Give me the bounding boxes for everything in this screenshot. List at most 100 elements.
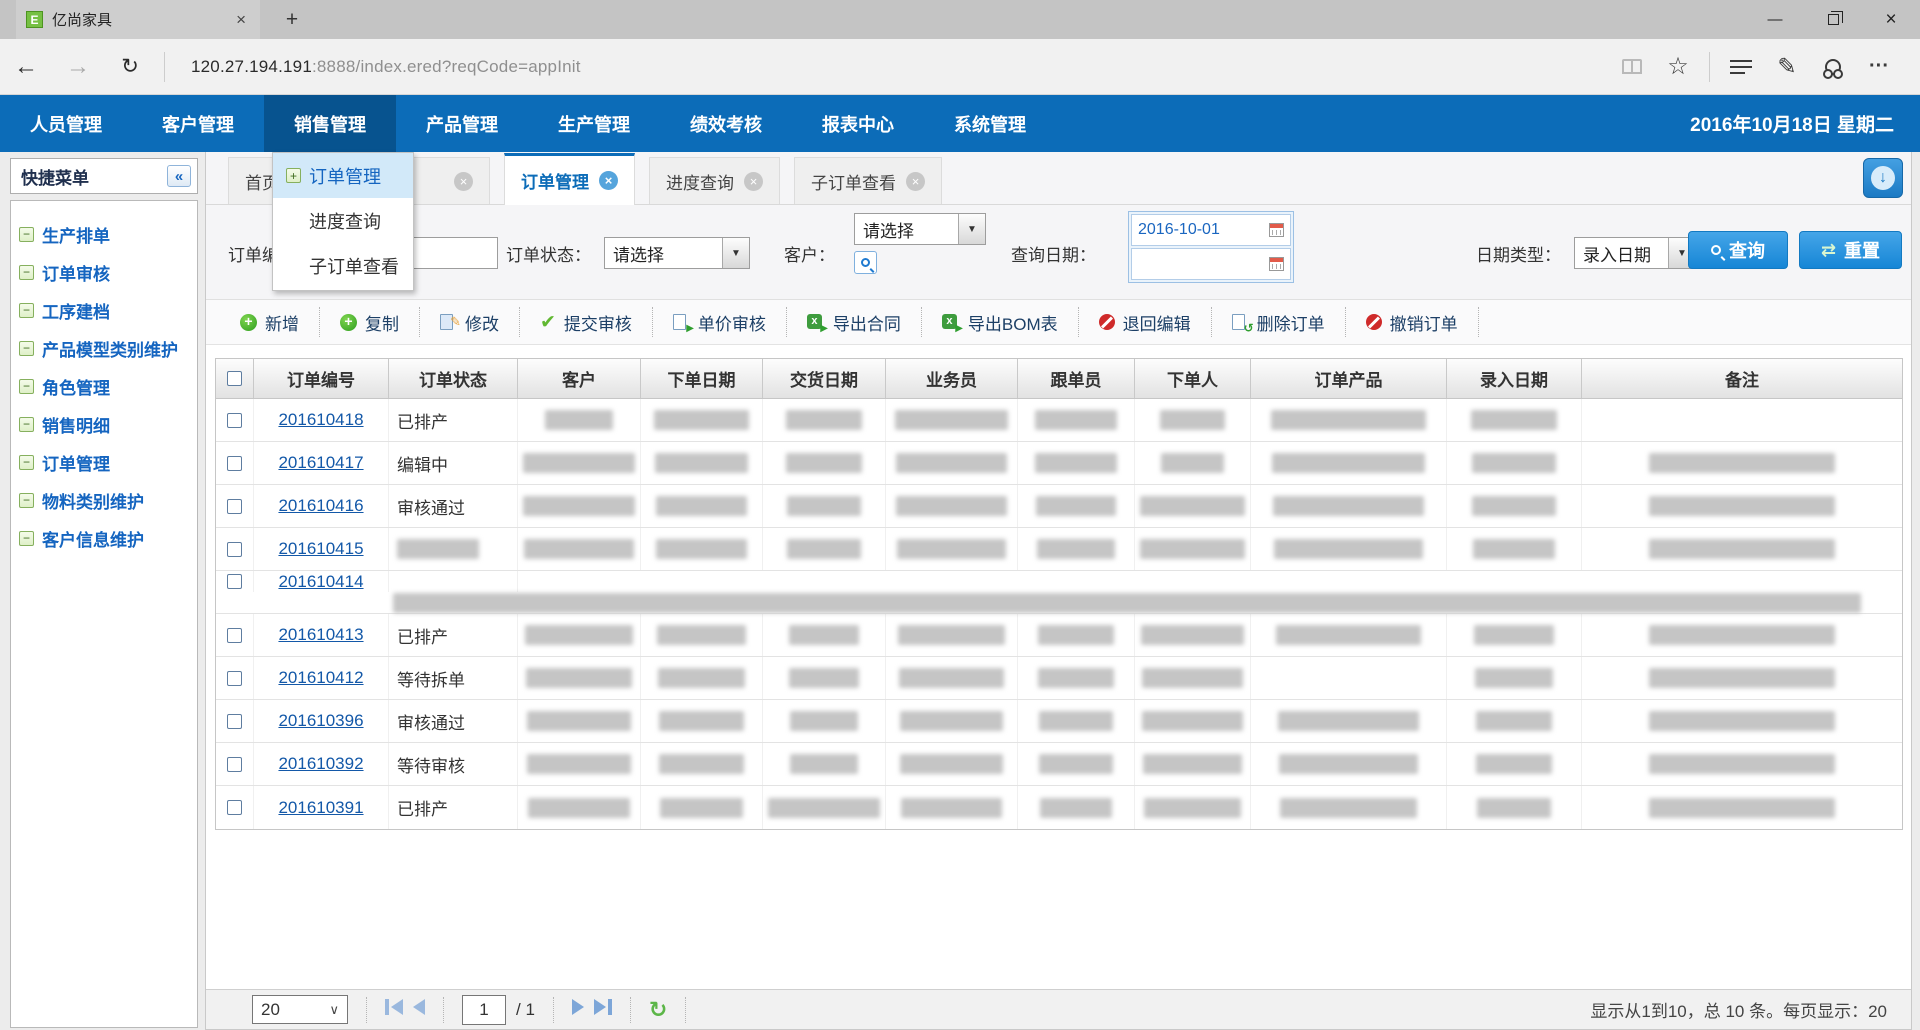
column-header-订单产品: 订单产品 xyxy=(1251,359,1447,398)
tab-订单管理[interactable]: 订单管理× xyxy=(504,153,635,205)
top-nav-item-报表中心[interactable]: 报表中心 xyxy=(792,95,924,152)
tab-close-icon[interactable]: × xyxy=(232,10,250,30)
next-page-button[interactable] xyxy=(572,999,584,1020)
menu-item-进度查询[interactable]: 进度查询 xyxy=(273,198,413,243)
page-number-input[interactable]: 1 xyxy=(462,995,506,1025)
tab-子订单查看[interactable]: 子订单查看× xyxy=(794,157,942,204)
page-size-select[interactable]: 20 ∨ xyxy=(252,995,348,1024)
order-no-link[interactable]: 201610416 xyxy=(278,496,363,516)
sidebar-item-物料类别维护[interactable]: −物料类别维护 xyxy=(19,481,197,519)
chevron-down-icon[interactable]: ▼ xyxy=(958,214,985,244)
order-no-link[interactable]: 201610412 xyxy=(278,668,363,688)
row-checkbox[interactable] xyxy=(227,499,242,514)
refresh-list-icon[interactable]: ↻ xyxy=(649,997,667,1023)
row-checkbox[interactable] xyxy=(227,757,242,772)
entry-date-cell xyxy=(1447,485,1582,527)
order-no-link[interactable]: 201610413 xyxy=(278,625,363,645)
top-nav-item-人员管理[interactable]: 人员管理 xyxy=(0,95,132,152)
date-to-input[interactable] xyxy=(1131,248,1291,280)
order-no-link[interactable]: 201610392 xyxy=(278,754,363,774)
sidebar-collapse-button[interactable]: « xyxy=(167,165,191,187)
reset-button[interactable]: ⇄ 重置 xyxy=(1799,231,1902,269)
last-page-button[interactable] xyxy=(594,999,612,1020)
row-checkbox[interactable] xyxy=(227,542,242,557)
salesperson-cell xyxy=(886,442,1018,484)
select-all-checkbox[interactable] xyxy=(227,371,242,386)
top-nav-item-生产管理[interactable]: 生产管理 xyxy=(528,95,660,152)
sidebar-item-产品模型类别维护[interactable]: −产品模型类别维护 xyxy=(19,329,197,367)
web-note-icon[interactable]: ✎ xyxy=(1764,53,1810,80)
top-nav-item-产品管理[interactable]: 产品管理 xyxy=(396,95,528,152)
row-checkbox[interactable] xyxy=(227,671,242,686)
first-page-button[interactable] xyxy=(385,999,403,1020)
menu-item-订单管理[interactable]: +订单管理 xyxy=(273,153,413,198)
restore-button[interactable] xyxy=(1804,0,1862,39)
calendar-icon[interactable] xyxy=(1269,223,1284,237)
chevron-down-icon[interactable]: ▼ xyxy=(722,238,749,268)
calendar-icon[interactable] xyxy=(1269,257,1284,271)
scroll-tabs-button[interactable]: ↓ xyxy=(1863,158,1903,198)
toolbar-button-导出合同[interactable]: x▶导出合同 xyxy=(787,307,922,337)
row-checkbox[interactable] xyxy=(227,413,242,428)
toolbar-button-新增[interactable]: +新增 xyxy=(220,307,320,337)
order-no-link[interactable]: 201610415 xyxy=(278,539,363,559)
toolbar-button-撤销订单[interactable]: 撤销订单 xyxy=(1346,307,1479,337)
order-no-link[interactable]: 201610391 xyxy=(278,798,363,818)
row-checkbox[interactable] xyxy=(227,628,242,643)
order-status-select[interactable]: 请选择 ▼ xyxy=(604,237,750,269)
tab-close-icon[interactable]: × xyxy=(744,172,763,191)
product-cell xyxy=(1251,528,1447,570)
refresh-button[interactable]: ↻ xyxy=(104,54,156,79)
sidebar-item-订单审核[interactable]: −订单审核 xyxy=(19,253,197,291)
address-bar[interactable]: 120.27.194.191:8888/index.ered?reqCode=a… xyxy=(191,57,581,77)
prev-page-button[interactable] xyxy=(413,999,425,1020)
arrow-down-icon: ↓ xyxy=(1871,166,1895,190)
top-nav-item-系统管理[interactable]: 系统管理 xyxy=(924,95,1056,152)
top-nav-item-客户管理[interactable]: 客户管理 xyxy=(132,95,264,152)
close-button[interactable]: × xyxy=(1862,0,1920,39)
customer-search-button[interactable] xyxy=(854,251,877,274)
sidebar-item-销售明细[interactable]: −销售明细 xyxy=(19,405,197,443)
tab-close-icon[interactable]: × xyxy=(906,172,925,191)
date-from-input[interactable]: 2016-10-01 xyxy=(1131,214,1291,246)
toolbar-button-删除订单[interactable]: ↺删除订单 xyxy=(1212,307,1346,337)
toolbar-button-复制[interactable]: +复制 xyxy=(320,307,420,337)
top-nav-item-销售管理[interactable]: 销售管理 xyxy=(264,95,396,152)
row-checkbox[interactable] xyxy=(227,714,242,729)
tree-node-icon: − xyxy=(19,417,34,432)
sidebar-item-订单管理[interactable]: −订单管理 xyxy=(19,443,197,481)
row-checkbox[interactable] xyxy=(227,456,242,471)
order-no-link[interactable]: 201610414 xyxy=(278,572,363,592)
toolbar-button-退回编辑[interactable]: 退回编辑 xyxy=(1079,307,1212,337)
tab-进度查询[interactable]: 进度查询× xyxy=(649,157,780,204)
toolbar-button-导出BOM表[interactable]: x▶导出BOM表 xyxy=(922,307,1079,337)
top-nav-item-绩效考核[interactable]: 绩效考核 xyxy=(660,95,792,152)
toolbar-button-单价审核[interactable]: ▶单价审核 xyxy=(653,307,787,337)
customer-select[interactable]: 请选择 ▼ xyxy=(854,213,986,245)
order-no-link[interactable]: 201610396 xyxy=(278,711,363,731)
favorites-star-icon[interactable]: ☆ xyxy=(1655,52,1701,81)
sidebar-item-客户信息维护[interactable]: −客户信息维护 xyxy=(19,519,197,557)
share-icon[interactable] xyxy=(1810,59,1856,75)
more-actions-icon[interactable]: ··· xyxy=(1856,55,1902,78)
menu-item-子订单查看[interactable]: 子订单查看 xyxy=(273,243,413,288)
toolbar-button-修改[interactable]: ✎修改 xyxy=(420,307,520,337)
hub-icon[interactable] xyxy=(1718,60,1764,74)
sidebar-item-角色管理[interactable]: −角色管理 xyxy=(19,367,197,405)
tab-close-icon[interactable]: × xyxy=(454,172,473,191)
row-checkbox[interactable] xyxy=(227,800,242,815)
back-button[interactable]: ← xyxy=(0,53,52,81)
toolbar-button-提交审核[interactable]: ✔提交审核 xyxy=(520,307,653,337)
new-tab-button[interactable]: + xyxy=(272,0,312,39)
tab-close-icon[interactable]: × xyxy=(599,171,618,190)
order-no-link[interactable]: 201610417 xyxy=(278,453,363,473)
search-button[interactable]: 查询 xyxy=(1688,231,1788,269)
sidebar-item-生产排单[interactable]: −生产排单 xyxy=(19,215,197,253)
date-type-select[interactable]: 录入日期 ▼ xyxy=(1574,237,1696,269)
redacted-data xyxy=(1035,410,1117,430)
order-no-link[interactable]: 201610418 xyxy=(278,410,363,430)
minimize-button[interactable]: — xyxy=(1746,0,1804,39)
browser-tab[interactable]: E 亿尚家具 × xyxy=(16,0,260,39)
row-checkbox[interactable] xyxy=(227,574,242,589)
sidebar-item-工序建档[interactable]: −工序建档 xyxy=(19,291,197,329)
